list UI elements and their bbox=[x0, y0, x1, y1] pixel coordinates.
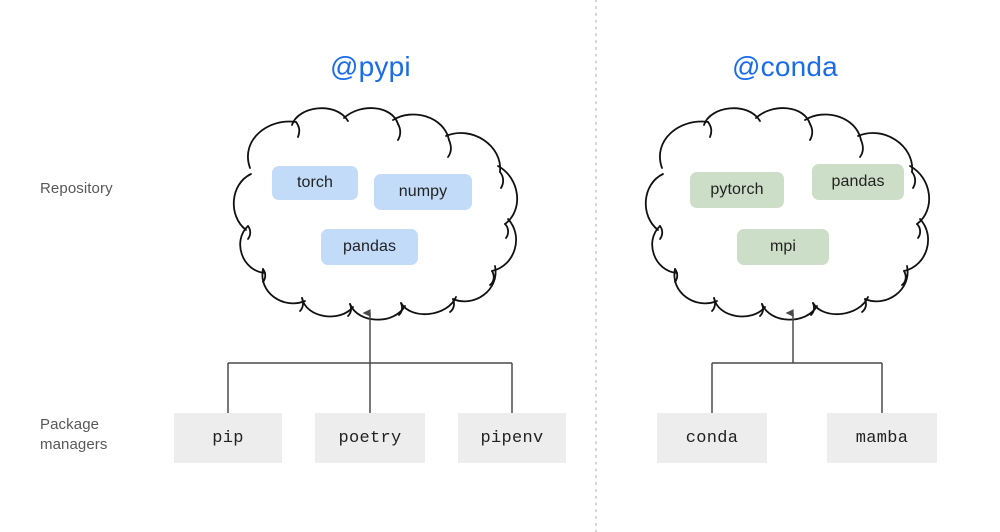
column-title-conda: @conda bbox=[732, 51, 838, 82]
connector-pypi bbox=[227, 309, 513, 413]
package-pill-numpy: numpy bbox=[374, 174, 472, 210]
package-pill-pandas-pypi: pandas bbox=[321, 229, 418, 265]
package-manager-box-mamba: mamba bbox=[827, 413, 937, 463]
package-manager-box-pipenv: pipenv bbox=[458, 413, 566, 463]
repository-cloud-conda bbox=[644, 107, 931, 321]
package-manager-box-poetry: poetry bbox=[315, 413, 425, 463]
package-manager-box-pip: pip bbox=[174, 413, 282, 463]
package-pill-pytorch: pytorch bbox=[690, 172, 784, 208]
diagram-canvas: Repository Package managers @pypi @conda… bbox=[0, 0, 1000, 532]
repository-cloud-pypi bbox=[232, 107, 519, 321]
package-pill-pandas-conda: pandas bbox=[812, 164, 904, 200]
row-label-repository: Repository bbox=[40, 180, 113, 197]
package-pill-torch: torch bbox=[272, 166, 358, 200]
column-title-pypi: @pypi bbox=[330, 51, 411, 82]
package-manager-box-conda: conda bbox=[657, 413, 767, 463]
row-label-package-managers: Package managers bbox=[40, 416, 108, 454]
package-pill-mpi: mpi bbox=[737, 229, 829, 265]
connector-conda bbox=[711, 309, 883, 413]
